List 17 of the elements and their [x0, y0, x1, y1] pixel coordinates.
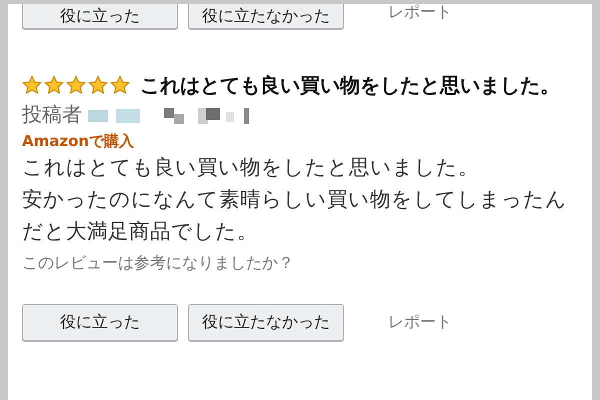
author-label: 投稿者 [22, 101, 82, 128]
review-text: 安かったのになんて素晴らしい買い物をしてしまったんだと大満足商品でした。 [22, 186, 568, 245]
helpful-question: このレビューは参考になりましたか？ [22, 253, 295, 274]
report-link[interactable]: レポート [388, 4, 452, 29]
report-link[interactable]: レポート [388, 312, 452, 333]
vote-button[interactable]: 役に立った [22, 4, 178, 29]
review-title: これはとても良い買い物をしたと思いました。 [140, 72, 560, 99]
star-icon [66, 75, 86, 95]
vote-button[interactable]: 役に立たなかった [188, 304, 344, 341]
star-icon [22, 75, 42, 95]
star-icon [88, 75, 108, 95]
review-text: これはとても良い買い物をしたと思いました。 [22, 154, 480, 181]
star-icon [110, 75, 130, 95]
vote-button[interactable]: 役に立たなかった [188, 4, 344, 29]
vote-button[interactable]: 役に立った [22, 304, 178, 341]
verified-purchase-label: Amazonで購入 [22, 132, 136, 151]
star-icon [44, 75, 64, 95]
